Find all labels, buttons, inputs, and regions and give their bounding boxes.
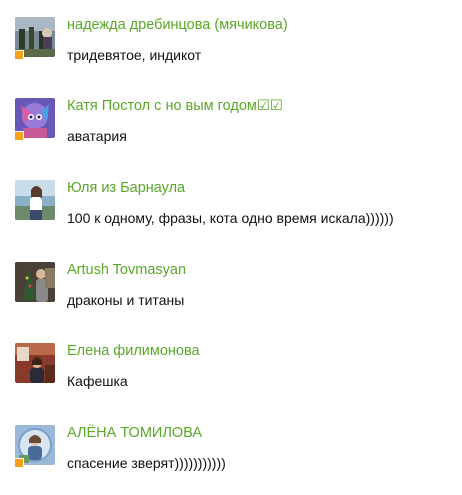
user-name-link[interactable]: Катя Постол с но вым годом☑☑ [67, 97, 283, 115]
list-item: АЛЁНА ТОМИЛОВА спасение зверят))))))))))… [0, 425, 462, 495]
avatar[interactable] [15, 343, 55, 383]
comment-text: Кафешка [67, 373, 128, 389]
user-name-link[interactable]: Юля из Барнаула [67, 179, 185, 197]
online-status-icon [14, 131, 24, 141]
avatar[interactable] [15, 262, 55, 302]
list-item: Катя Постол с но вым годом☑☑ аватария [0, 98, 462, 168]
online-status-icon [14, 50, 24, 60]
comment-text: тридевятое, индикот [67, 47, 202, 63]
user-name-link[interactable]: надежда дребинцова (мячикова) [67, 16, 288, 34]
comment-feed: надежда дребинцова (мячикова) тридевятое… [0, 0, 462, 491]
user-name-link[interactable]: Artush Tovmasyan [67, 261, 186, 279]
comment-text: 100 к одному, фразы, кота одно время иск… [67, 210, 394, 226]
list-item: Artush Tovmasyan драконы и титаны [0, 262, 462, 332]
user-photo-icon [15, 343, 55, 383]
user-photo-icon [15, 262, 55, 302]
comment-text: аватария [67, 128, 127, 144]
user-name-link[interactable]: АЛЁНА ТОМИЛОВА [67, 424, 202, 442]
user-name-link[interactable]: Елена филимонова [67, 342, 200, 360]
comment-text: спасение зверят))))))))))) [67, 455, 226, 471]
comment-text: драконы и титаны [67, 292, 185, 308]
online-status-icon [14, 458, 24, 468]
list-item: надежда дребинцова (мячикова) тридевятое… [0, 17, 462, 87]
list-item: Юля из Барнаула 100 к одному, фразы, кот… [0, 180, 462, 250]
avatar[interactable] [15, 180, 55, 220]
list-item: Елена филимонова Кафешка [0, 343, 462, 413]
user-photo-icon [15, 180, 55, 220]
